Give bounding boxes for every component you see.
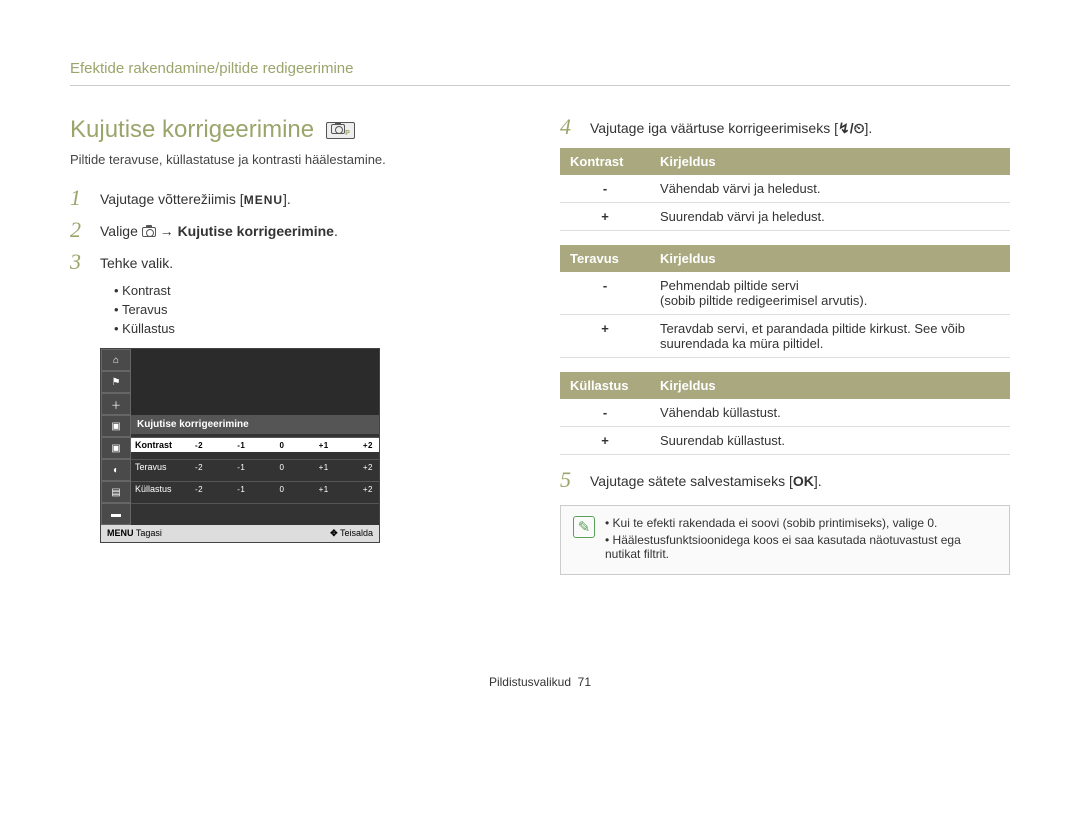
subtitle: Piltide teravuse, küllastatuse ja kontra… xyxy=(70,152,500,167)
step-5-text: Vajutage sätete salvestamiseks [OK]. xyxy=(590,469,1010,489)
table-row: +Teravdab servi, et parandada piltide ki… xyxy=(560,315,1010,358)
side-icon: ▤ xyxy=(101,481,131,503)
title-text: Kujutise korrigeerimine xyxy=(70,116,314,144)
list-item: Küllastus xyxy=(114,321,500,336)
side-icon: ⚑ xyxy=(101,371,131,393)
adj-row-kyllastus: Küllastus -2-10+1+2 xyxy=(131,481,379,496)
menu-back-icon: MENU xyxy=(107,528,134,538)
menu-icon: MENU xyxy=(244,193,283,207)
step-4-num: 4 xyxy=(560,116,578,138)
table-kyllastus: KüllastusKirjeldus -Vähendab küllastust.… xyxy=(560,372,1010,455)
step-3-num: 3 xyxy=(70,251,88,273)
table-teravus: TeravusKirjeldus -Pehmendab piltide serv… xyxy=(560,245,1010,358)
table-row: -Pehmendab piltide servi (sobib piltide … xyxy=(560,272,1010,315)
step-1-text: Vajutage võtterežiimis [MENU]. xyxy=(100,187,500,207)
step-5-num: 5 xyxy=(560,469,578,491)
note-item: Kui te efekti rakendada ei soovi (sobib … xyxy=(605,516,997,530)
options-list: Kontrast Teravus Küllastus xyxy=(114,283,500,336)
side-icon: ＋ xyxy=(101,393,131,415)
camera-icon xyxy=(142,227,156,237)
table-row: +Suurendab küllastust. xyxy=(560,427,1010,455)
note-box: ✎ Kui te efekti rakendada ei soovi (sobi… xyxy=(560,505,1010,575)
table-row: -Vähendab küllastust. xyxy=(560,399,1010,427)
step-1-num: 1 xyxy=(70,187,88,209)
side-icon: ▣ xyxy=(101,437,131,459)
side-icon: ◐ xyxy=(101,459,131,481)
page-footer: Pildistusvalikud 71 xyxy=(70,675,1010,689)
side-icon: ▣ xyxy=(101,415,131,437)
move-icon: ✥ xyxy=(330,528,338,538)
side-icon: ⌂ xyxy=(101,349,131,371)
camera-screen: ⌂ ⚑ ＋ ▣ Kujutise korrigeerimine xyxy=(100,348,380,543)
adj-row-teravus: Teravus -2-10+1+2 xyxy=(131,459,379,474)
step-4-text: Vajutage iga väärtuse korrigeerimiseks [… xyxy=(590,116,1010,137)
step-2-text: Valige → Kujutise korrigeerimine. xyxy=(100,219,500,239)
list-item: Kontrast xyxy=(114,283,500,298)
ok-icon: OK xyxy=(793,473,814,489)
step-2-num: 2 xyxy=(70,219,88,241)
adj-row-kontrast: Kontrast -2-10+1+2 xyxy=(131,437,379,452)
table-row: +Suurendab värvi ja heledust. xyxy=(560,203,1010,231)
camera-mode-icon: P xyxy=(326,122,355,139)
step-3-text: Tehke valik. xyxy=(100,251,500,271)
side-icon: ▬ xyxy=(101,503,131,525)
note-icon: ✎ xyxy=(573,516,595,538)
table-kontrast: KontrastKirjeldus -Vähendab värvi ja hel… xyxy=(560,148,1010,231)
list-item: Teravus xyxy=(114,302,500,317)
note-item: Häälestusfunktsioonidega koos ei saa kas… xyxy=(605,533,997,561)
screen-footer: MENU Tagasi ✥ Teisalda xyxy=(101,525,379,542)
breadcrumb: Efektide rakendamine/piltide redigeerimi… xyxy=(70,60,1010,86)
flash-timer-icon: ↯/⏲ xyxy=(838,120,865,136)
screen-title: Kujutise korrigeerimine xyxy=(131,415,379,434)
page-title: Kujutise korrigeerimine P xyxy=(70,116,500,144)
table-row: -Vähendab värvi ja heledust. xyxy=(560,175,1010,203)
